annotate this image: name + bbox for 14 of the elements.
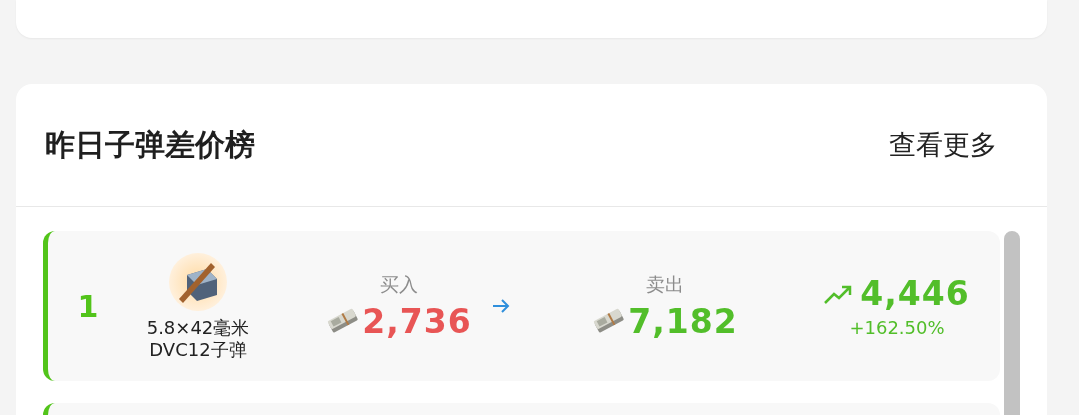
sell-label: 卖出 [646, 271, 684, 297]
scrollbar[interactable] [1004, 231, 1020, 415]
section-title: 昨日子弹差价榜 [45, 125, 255, 164]
profit-amount: 4,446 [860, 274, 970, 313]
sell-price: 7,182 [628, 301, 738, 341]
arrow-right-icon [492, 298, 510, 314]
rank-number: 1 [76, 288, 100, 324]
ammo-box-icon [167, 251, 229, 314]
view-more-link[interactable]: 查看更多 [889, 127, 997, 163]
buy-label: 买入 [380, 271, 418, 297]
ranking-row[interactable]: 1 5.8×42毫米 DVC12子弹 买入 2,736 卖出 7,182 4,446 +162.50% [43, 231, 1000, 381]
item-name: 5.8×42毫米 DVC12子弹 [145, 317, 251, 361]
buy-price: 2,736 [362, 301, 472, 341]
profit-percent: +162.50% [849, 317, 945, 338]
